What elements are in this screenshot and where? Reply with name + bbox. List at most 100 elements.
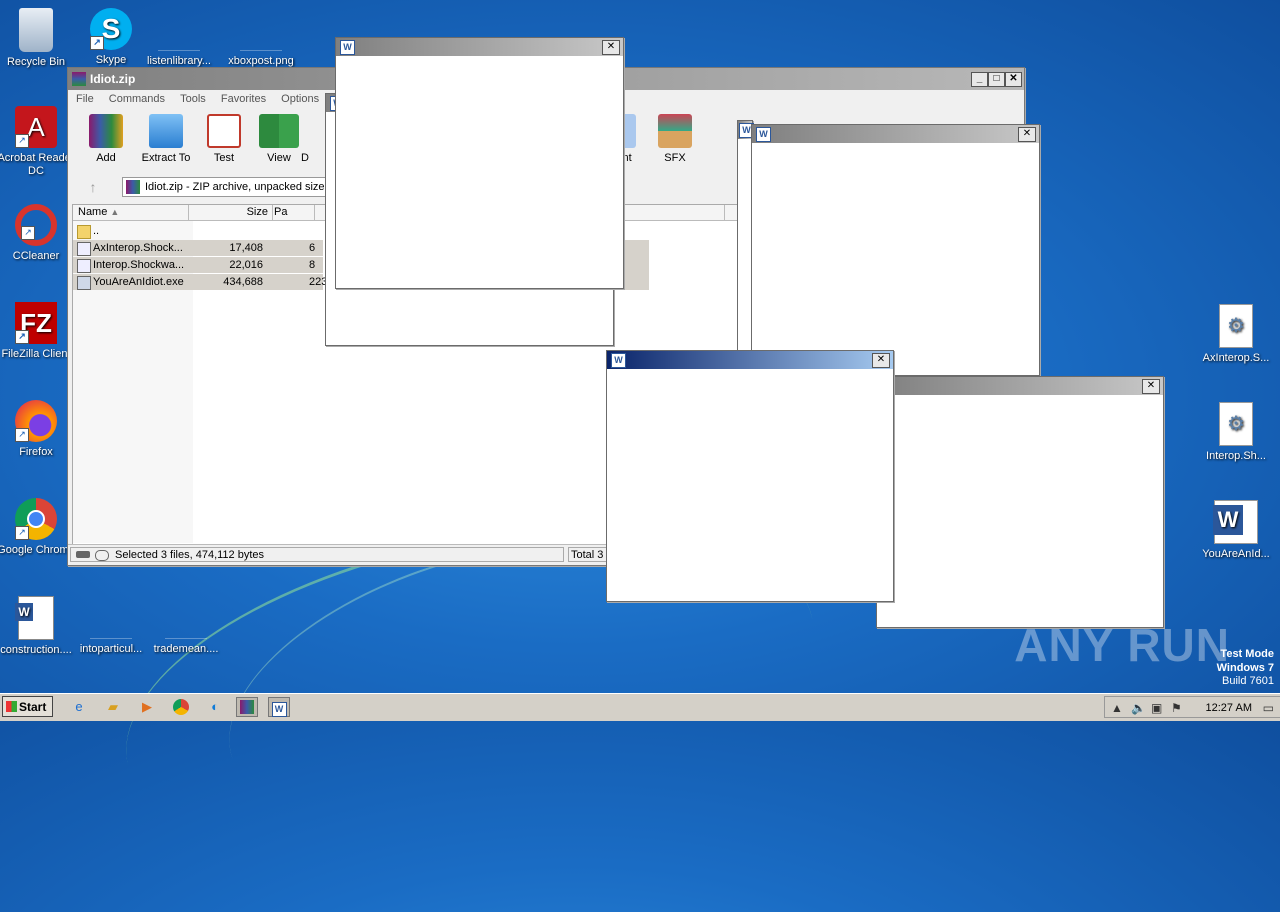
popup-window[interactable]: W ✕ xyxy=(335,37,624,289)
folder-up-icon xyxy=(77,225,91,239)
system-tray: ▲ 🔈 ▣ ⚑ 12:27 AM ▭ xyxy=(1104,696,1280,718)
test-mode-notice: Test Mode Windows 7 Build 7601 xyxy=(1216,648,1274,687)
key-icon xyxy=(95,550,109,561)
archive-icon xyxy=(126,180,140,194)
close-button[interactable]: ✕ xyxy=(872,353,890,368)
menu-options[interactable]: Options xyxy=(281,93,319,105)
start-button[interactable]: Start xyxy=(2,696,53,717)
word-icon: W xyxy=(756,127,771,142)
file-icon xyxy=(90,596,132,639)
firefox-icon: ↗ xyxy=(15,400,57,442)
up-arrow-icon[interactable]: ↑ xyxy=(76,177,110,197)
volume-icon[interactable]: 🔈 xyxy=(1131,697,1146,719)
column-name[interactable]: Name ▲ xyxy=(73,205,189,220)
close-button[interactable]: ✕ xyxy=(1018,127,1036,142)
sfx-button[interactable]: SFX xyxy=(645,114,705,164)
desktop-icon-xboxpost[interactable]: xboxpost.png xyxy=(221,8,301,68)
popup-titlebar[interactable]: W xyxy=(738,121,754,139)
close-button[interactable]: ✕ xyxy=(602,40,620,55)
popup-titlebar[interactable]: W ✕ xyxy=(607,351,893,369)
file-icon xyxy=(158,8,200,51)
desktop-icon-axinterop[interactable]: ⚙ AxInterop.S... xyxy=(1196,304,1276,365)
show-hidden-icons-icon[interactable]: ▲ xyxy=(1111,697,1123,719)
image-file-icon xyxy=(240,8,282,51)
window-title: Idiot.zip xyxy=(90,72,136,86)
menu-commands[interactable]: Commands xyxy=(109,93,165,105)
dll-file-icon: ⚙ xyxy=(1219,402,1253,446)
desktop-icon-recycle-bin[interactable]: Recycle Bin xyxy=(0,8,76,69)
file-icon xyxy=(165,596,207,639)
add-button[interactable]: Add xyxy=(76,114,136,164)
popup-window[interactable]: W ✕ xyxy=(751,124,1040,376)
desktop-icon-construction-doc[interactable]: W construction.... xyxy=(0,596,76,657)
dll-icon xyxy=(77,242,91,256)
action-center-flag-icon[interactable]: ⚑ xyxy=(1171,697,1182,719)
file-explorer-icon[interactable]: ▰ xyxy=(102,697,124,717)
list-item[interactable]: YouAreAnIdiot.exe 434,688 223 xyxy=(73,274,327,290)
delete-icon xyxy=(300,114,310,148)
popup-titlebar[interactable]: ✕ xyxy=(877,377,1163,395)
winrar-taskbar-icon[interactable] xyxy=(236,697,258,717)
popup-window-active[interactable]: W ✕ xyxy=(606,350,894,602)
close-button[interactable]: ✕ xyxy=(1142,379,1160,394)
clock[interactable]: 12:27 AM xyxy=(1206,697,1252,719)
sfx-box-icon xyxy=(658,114,692,148)
skype-icon: S ↗ xyxy=(90,8,132,50)
popup-titlebar[interactable]: W ✕ xyxy=(752,125,1039,143)
desktop-icon-ccleaner[interactable]: ↗ CCleaner xyxy=(0,204,76,263)
windows-logo-icon xyxy=(6,701,17,712)
recycle-bin-icon xyxy=(19,8,53,52)
desktop-icon-filezilla[interactable]: FZ ↗ FileZilla Client xyxy=(0,302,76,361)
internet-explorer-icon[interactable]: e xyxy=(68,697,90,717)
desktop-icon-firefox[interactable]: ↗ Firefox xyxy=(0,400,76,459)
minimize-button[interactable]: _ xyxy=(971,72,988,87)
exe-icon xyxy=(77,276,91,290)
show-desktop-icon[interactable]: ▭ xyxy=(1263,697,1274,719)
comment-icon xyxy=(622,114,636,148)
chrome-icon: ↗ xyxy=(15,498,57,540)
menu-favorites[interactable]: Favorites xyxy=(221,93,266,105)
maximize-button[interactable]: □ xyxy=(988,72,1005,87)
column-packed[interactable]: Pa xyxy=(269,205,315,220)
dll-icon xyxy=(77,259,91,273)
anyrun-watermark: ANY RUN xyxy=(1014,619,1230,671)
close-button[interactable]: ✕ xyxy=(1005,72,1022,87)
column-size[interactable]: Size xyxy=(189,205,273,220)
desktop-icon-intoparticul[interactable]: intoparticul... xyxy=(71,596,151,656)
list-item[interactable]: Interop.Shockwa... 22,016 8 xyxy=(73,257,323,273)
popup-titlebar[interactable]: W ✕ xyxy=(336,38,623,56)
desktop-icon-interop[interactable]: ⚙ Interop.Sh... xyxy=(1196,402,1276,463)
filezilla-icon: FZ ↗ xyxy=(15,302,57,344)
add-icon xyxy=(89,114,123,148)
menu-file[interactable]: File xyxy=(76,93,94,105)
desktop-icon-acrobat[interactable]: A ↗ Acrobat Reader DC xyxy=(0,106,76,178)
word-icon: W xyxy=(611,353,626,368)
desktop-icon-trademean[interactable]: trademean.... xyxy=(146,596,226,656)
clipboard-check-icon xyxy=(207,114,241,148)
taskbar: Start e ▰ ▶ ◐ W ▲ 🔈 ▣ ⚑ 12:27 AM ▭ xyxy=(0,693,1280,721)
column-header[interactable] xyxy=(639,205,725,220)
menu-tools[interactable]: Tools xyxy=(180,93,206,105)
delete-button[interactable]: D xyxy=(290,114,320,164)
popup-window[interactable]: ✕ xyxy=(876,376,1164,628)
extract-to-button[interactable]: Extract To xyxy=(136,114,196,164)
desktop-icon-youareanidiot[interactable]: W YouAreAnId... xyxy=(1196,500,1276,561)
list-item[interactable]: AxInterop.Shock... 17,408 6 xyxy=(73,240,323,256)
drive-icon xyxy=(76,551,90,558)
desktop-icon-chrome[interactable]: ↗ Google Chrome xyxy=(0,498,76,557)
media-player-icon[interactable]: ▶ xyxy=(136,697,158,717)
edge-icon[interactable]: ◐ xyxy=(204,697,226,717)
list-item[interactable]: .. xyxy=(73,223,323,239)
word-taskbar-icon[interactable]: W xyxy=(268,697,290,717)
folder-icon xyxy=(149,114,183,148)
word-icon: W xyxy=(340,40,355,55)
desktop-icon-listenlibrary[interactable]: listenlibrary... xyxy=(139,8,219,68)
chrome-taskbar-icon[interactable] xyxy=(170,697,192,717)
address-field[interactable]: Idiot.zip - ZIP archive, unpacked size xyxy=(122,177,346,197)
winrar-icon xyxy=(72,72,86,86)
acrobat-icon: A ↗ xyxy=(15,106,57,148)
network-icon[interactable]: ▣ xyxy=(1151,697,1162,719)
status-selected: Selected 3 files, 474,112 bytes xyxy=(70,547,564,562)
test-button[interactable]: Test xyxy=(194,114,254,164)
dll-file-icon: ⚙ xyxy=(1219,304,1253,348)
